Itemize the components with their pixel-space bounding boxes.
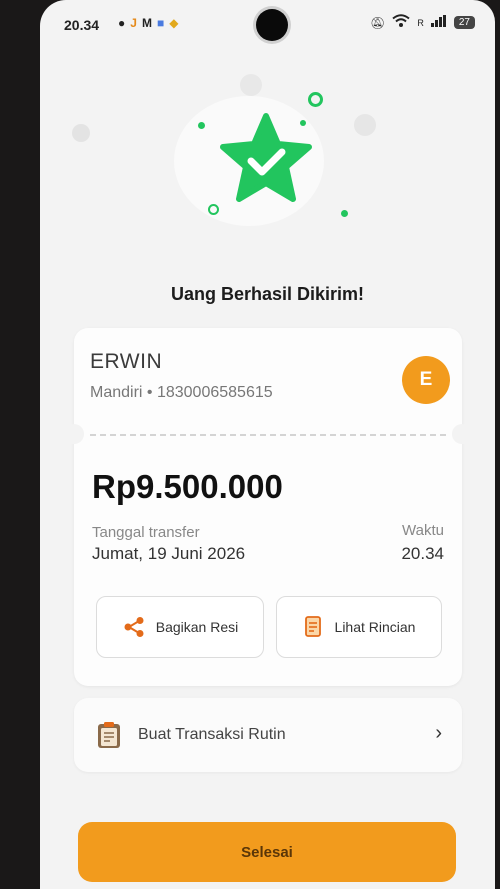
receipt-notch-right — [452, 424, 472, 444]
share-receipt-label: Bagikan Resi — [155, 619, 239, 635]
transfer-date: Jumat, 19 Juni 2026 — [92, 544, 246, 563]
recipient-account: Mandiri • 1830006585615 — [90, 384, 273, 401]
success-illustration — [72, 72, 376, 252]
chevron-right-icon: › — [435, 722, 442, 744]
battery-icon: 27 — [453, 16, 475, 29]
routine-transaction-label: Buat Transaksi Rutin — [138, 726, 286, 743]
app-j-icon: J — [130, 16, 137, 30]
decor-dot — [240, 74, 262, 96]
success-star-icon — [220, 113, 312, 202]
clipboard-icon — [98, 722, 120, 748]
decor-dot — [308, 92, 323, 107]
status-time: 20.34 — [64, 17, 100, 33]
create-routine-transaction-row[interactable]: Buat Transaksi Rutin › — [74, 698, 462, 772]
transfer-receipt-card: ERWIN Mandiri • 1830006585615 E Rp9.500.… — [64, 328, 472, 686]
recipient-name: ERWIN — [90, 350, 163, 373]
success-title: Uang Berhasil Dikirim! — [170, 284, 365, 304]
view-details-label: Lihat Rincian — [334, 619, 416, 635]
transfer-time: 20.34 — [401, 544, 444, 563]
notification-icons: ● J M ■ ◆ — [118, 16, 178, 30]
wifi-icon — [392, 14, 411, 31]
mail-icon: M — [141, 16, 152, 30]
signal-icon — [430, 15, 447, 30]
share-icon — [124, 617, 144, 637]
document-icon — [304, 616, 321, 637]
share-receipt-button[interactable]: Bagikan Resi — [96, 596, 264, 658]
receipt-notch-left — [64, 424, 84, 444]
decor-dot — [198, 122, 205, 129]
recipient-avatar: E — [402, 356, 450, 404]
phone-screen: 20.34 ● J M ■ ◆ 🔕︎ R 27 Uang Berhasil Di… — [40, 0, 495, 889]
carrier-label: R — [417, 17, 424, 28]
dashed-divider — [90, 434, 446, 436]
view-details-button[interactable]: Lihat Rincian — [276, 596, 442, 658]
system-icons: 🔕︎ R 27 — [370, 14, 475, 31]
app-multicolor-icon: ■ — [156, 16, 165, 30]
transfer-amount: Rp9.500.000 — [92, 468, 283, 505]
done-button[interactable]: Selesai — [78, 822, 456, 882]
transfer-date-label: Tanggal transfer — [92, 524, 200, 541]
status-bar: 20.34 ● J M ■ ◆ 🔕︎ R 27 — [40, 0, 495, 50]
decor-dot — [72, 124, 90, 142]
decor-dot — [354, 114, 376, 136]
decor-dot — [341, 210, 348, 217]
mute-icon: 🔕︎ — [370, 15, 386, 30]
app-diamond-icon: ◆ — [169, 16, 179, 30]
chat-icon: ● — [118, 16, 126, 30]
front-camera — [256, 9, 288, 41]
transfer-time-label: Waktu — [402, 522, 444, 539]
